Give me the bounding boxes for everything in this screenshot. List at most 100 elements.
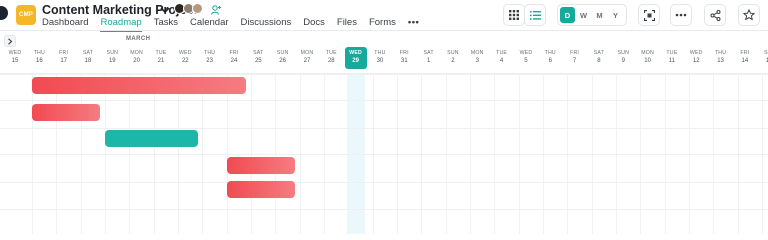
day-number: 9 (621, 58, 625, 64)
day-cell: SAT 18 (77, 47, 99, 69)
day-of-week: TUE (155, 50, 167, 56)
day-of-week: SAT (764, 50, 768, 56)
project-logo: CMP (16, 5, 36, 25)
sidebar-collapse-handle[interactable] (0, 6, 8, 20)
task-bar[interactable] (32, 104, 101, 121)
add-member-icon[interactable] (210, 4, 222, 16)
day-of-week: FRI (229, 50, 239, 56)
task-bar[interactable] (226, 157, 295, 174)
day-cell: WED 12 (685, 47, 707, 69)
day-cell: SUN 26 (272, 47, 294, 69)
day-of-week: WED (689, 50, 703, 56)
grid-row-line (0, 209, 768, 210)
day-of-week: THU (544, 50, 556, 56)
day-number: 21 (157, 58, 165, 64)
day-cell: THU 6 (539, 47, 561, 69)
grid-row-line (0, 154, 768, 155)
day-cell: FRI 7 (564, 47, 586, 69)
day-cell: SAT 15 (758, 47, 768, 69)
day-cell: FRI 24 (223, 47, 245, 69)
day-cell: TUE 4 (491, 47, 513, 69)
zoom-level-switch: D W M Y (557, 4, 627, 26)
day-of-week: SAT (253, 50, 264, 56)
day-number: 7 (572, 58, 577, 64)
day-of-week: SUN (617, 50, 630, 56)
day-cell: FRI 17 (53, 47, 75, 69)
day-number: 6 (548, 58, 552, 64)
day-number: 26 (279, 58, 286, 64)
day-number: 11 (668, 58, 676, 64)
day-cell: SUN 9 (612, 47, 634, 69)
share-icon (710, 9, 720, 21)
day-of-week: SUN (447, 50, 459, 56)
day-number: 19 (108, 58, 116, 64)
day-cell: MON 3 (466, 47, 488, 69)
grid-row-line (0, 74, 768, 75)
day-number: 10 (644, 58, 651, 64)
day-number: 23 (206, 58, 213, 64)
grid-row-line (0, 182, 768, 183)
grid-icon (509, 10, 519, 20)
scroll-left-button[interactable] (4, 35, 16, 47)
day-of-week: THU (374, 50, 386, 56)
day-cell: THU 30 (369, 47, 391, 69)
day-number: 29 (352, 58, 359, 64)
zoom-year-option[interactable]: Y (608, 7, 623, 23)
zoom-day-option[interactable]: D (560, 7, 575, 23)
day-of-week: FRI (399, 50, 409, 56)
member-avatars[interactable] (174, 3, 203, 14)
day-number: 20 (133, 58, 140, 64)
day-of-week: MON (300, 50, 314, 56)
grid-view-button[interactable] (503, 4, 525, 26)
day-of-week: FRI (740, 50, 750, 56)
day-cell: TUE 28 (320, 47, 342, 69)
day-of-week: TUE (325, 50, 337, 56)
chevron-down-icon[interactable] (159, 4, 171, 16)
day-cell: MON 20 (126, 47, 148, 69)
task-bar[interactable] (32, 77, 247, 94)
day-of-week: WED (178, 50, 192, 56)
day-number: 5 (524, 58, 528, 64)
day-number: 30 (376, 58, 384, 64)
day-cell: SUN 2 (442, 47, 464, 69)
day-number: 16 (35, 58, 43, 64)
roadmap-timeline: MARCH WED 15 THU 16 FRI 17 SAT 18 SUN 19 MON 20 TUE 2… (0, 31, 768, 234)
task-bar[interactable] (226, 181, 295, 198)
grid-row-line (0, 100, 768, 101)
day-number: 25 (254, 58, 262, 64)
day-cell: TUE 11 (661, 47, 683, 69)
day-number: 12 (692, 58, 700, 64)
day-of-week: SAT (423, 50, 434, 56)
day-number: 31 (400, 58, 408, 64)
day-cell: WED 22 (174, 47, 196, 69)
list-view-button[interactable] (524, 4, 546, 26)
share-button[interactable] (704, 4, 726, 26)
day-of-week: THU (203, 50, 216, 56)
zoom-week-option[interactable]: W (576, 7, 591, 23)
day-cell: FRI 31 (393, 47, 415, 69)
day-cell: THU 16 (28, 47, 50, 69)
day-cell: SUN 19 (101, 47, 123, 69)
more-horizontal-icon (675, 13, 687, 17)
day-number: 2 (451, 58, 455, 64)
day-number: 17 (60, 58, 67, 64)
day-of-week: TUE (666, 50, 678, 56)
chevron-right-icon (8, 37, 13, 45)
more-options-button[interactable] (670, 4, 692, 26)
day-of-week: WED (349, 50, 362, 56)
day-number: 1 (426, 58, 431, 64)
day-of-week: THU (714, 50, 727, 56)
day-number: 14 (741, 58, 749, 64)
day-of-week: SUN (106, 50, 119, 56)
fit-to-screen-button[interactable] (638, 4, 660, 26)
month-label: MARCH (126, 36, 151, 42)
fit-screen-icon (643, 9, 655, 21)
task-bar[interactable] (105, 130, 198, 147)
avatar[interactable] (192, 3, 203, 14)
day-number: 24 (230, 58, 238, 64)
day-of-week: FRI (570, 50, 580, 56)
zoom-month-option[interactable]: M (592, 7, 607, 23)
day-cell: SAT 25 (247, 47, 269, 69)
day-of-week: SAT (593, 50, 605, 56)
favorite-button[interactable] (738, 4, 760, 26)
